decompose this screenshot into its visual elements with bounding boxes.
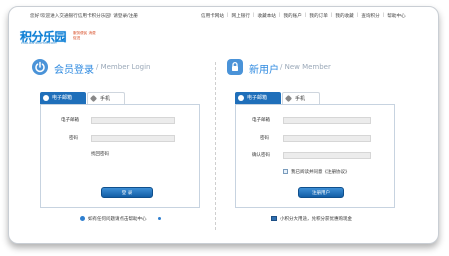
nav-my-account[interactable]: 我的账户: [283, 13, 301, 19]
power-icon: [32, 59, 48, 75]
promo-text[interactable]: 小积分大用途，兑积分获优惠购现金: [280, 216, 352, 222]
register-link[interactable]: 注册: [129, 14, 138, 19]
agree-checkbox[interactable]: [283, 169, 288, 174]
register-password-input[interactable]: [283, 135, 371, 142]
mobile-icon: [89, 94, 98, 103]
nav-my-orders[interactable]: 我的订单: [309, 13, 327, 19]
register-title-cn: 新用户: [249, 65, 279, 76]
member-login-panel: 会员登录 / Member Login 电子邮箱 手机 电子邮箱 密码 找回密码…: [32, 59, 208, 234]
agree-text[interactable]: 我已阅读并同意《注册协议》: [291, 169, 350, 175]
forgot-password-link[interactable]: 找回密码: [91, 151, 109, 157]
tab-register-mobile[interactable]: 手机: [282, 92, 320, 104]
nav-favorite[interactable]: 收藏本站: [258, 13, 276, 19]
bullet-icon: [158, 217, 161, 220]
tab-register-email[interactable]: 电子邮箱: [235, 92, 281, 104]
password-label: 密码: [260, 136, 269, 141]
password-label: 密码: [69, 136, 78, 141]
top-bar: 您好!欢迎进入交通银行信用卡积分乐园! 请登录/注册 信用卡网站 | 网上银行 | …: [8, 10, 422, 22]
email-label: 电子邮箱: [61, 118, 79, 123]
monitor-icon: [271, 216, 277, 221]
tab-login-mobile[interactable]: 手机: [87, 92, 125, 104]
register-title-en: / New Member: [280, 63, 331, 71]
mobile-icon: [284, 94, 293, 103]
nav-credit-card-site[interactable]: 信用卡网站: [201, 13, 224, 19]
welcome-message: 您好!欢迎进入交通银行信用卡积分乐园! 请登录/注册: [30, 14, 138, 19]
nav-my-favorites[interactable]: 我的收藏: [335, 13, 353, 19]
login-title-cn: 会员登录: [54, 65, 94, 76]
register-tabs: 电子邮箱 手机: [235, 92, 395, 104]
email-icon: [43, 95, 49, 101]
register-form: 电子邮箱 密码 确认密码 我已阅读并同意《注册协议》 注册用户: [235, 104, 395, 208]
nav-help-center[interactable]: 帮助中心: [387, 13, 405, 19]
new-member-panel: 新用户 / New Member 电子邮箱 手机 电子邮箱 密码 确认密码 我已…: [227, 59, 403, 234]
email-icon: [238, 95, 244, 101]
nav-online-bank[interactable]: 网上银行: [232, 13, 250, 19]
help-hint[interactable]: 如有任何问题请点击帮助中心: [88, 216, 147, 222]
info-icon: [80, 216, 85, 221]
login-password-input[interactable]: [91, 135, 175, 142]
panel-divider: [215, 62, 216, 230]
login-form: 电子邮箱 密码 找回密码 登 录: [40, 104, 200, 208]
top-nav: 信用卡网站 | 网上银行 | 收藏本站 | 我的账户 | 我的订单 | 我的收藏 | 查询积…: [201, 13, 406, 19]
login-button[interactable]: 登 录: [101, 187, 153, 198]
lock-icon: [227, 59, 243, 75]
tab-login-email[interactable]: 电子邮箱: [40, 92, 86, 104]
login-title: 会员登录 / Member Login: [32, 59, 208, 79]
logo-slogan: 服务便民 消费促进: [73, 31, 96, 40]
register-email-input[interactable]: [283, 117, 371, 124]
welcome-text: 您好!欢迎进入交通银行信用卡积分乐园!: [30, 14, 112, 19]
logo-url: club.bankcomm.com: [21, 41, 57, 45]
nav-query-points[interactable]: 查询积分: [361, 13, 379, 19]
email-label: 电子邮箱: [252, 118, 270, 123]
login-email-input[interactable]: [91, 117, 175, 124]
confirm-password-label: 确认密码: [252, 153, 270, 158]
register-confirm-input[interactable]: [283, 152, 371, 159]
login-link[interactable]: 请登录: [113, 14, 127, 19]
register-title: 新用户 / New Member: [227, 59, 403, 79]
login-title-en: / Member Login: [96, 63, 151, 71]
register-button[interactable]: 注册用户: [298, 187, 344, 198]
site-logo[interactable]: 积分乐园 club.bankcomm.com 服务便民 消费促进: [20, 28, 115, 48]
login-tabs: 电子邮箱 手机: [40, 92, 200, 104]
